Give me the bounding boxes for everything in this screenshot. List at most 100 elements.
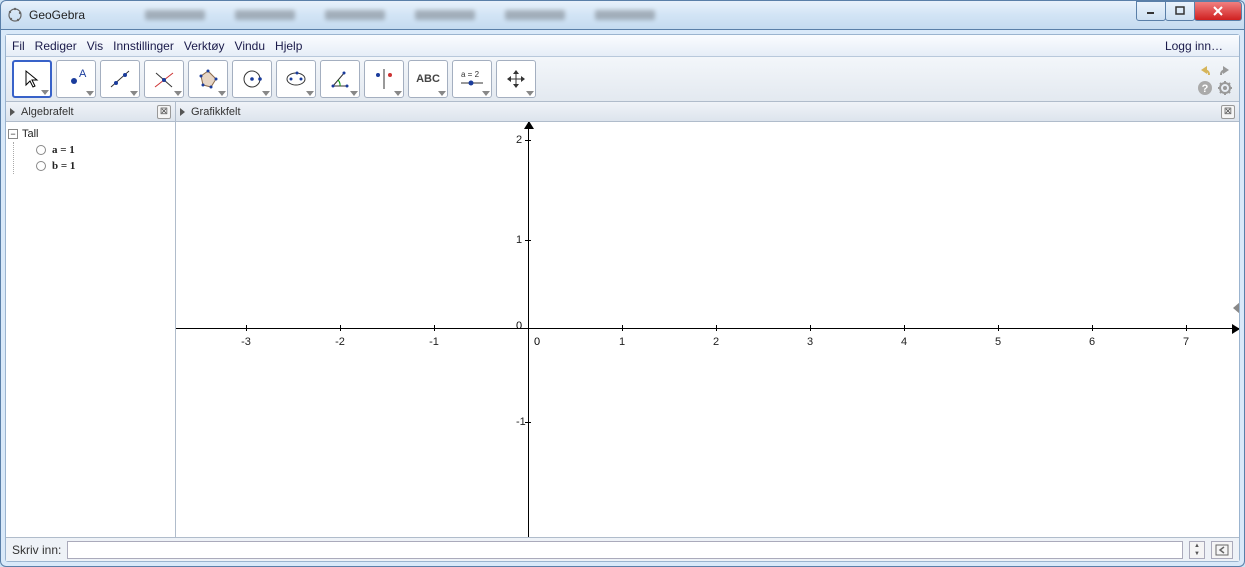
menu-edit[interactable]: Rediger (35, 39, 77, 53)
x-tick-label: 7 (1183, 336, 1189, 348)
input-bar: Skriv inn: ▲▼ (6, 537, 1239, 561)
tree-category-label: Tall (22, 128, 39, 140)
algebra-tree: − Tall a = 1 b = 1 (6, 122, 175, 537)
x-tick (1186, 325, 1187, 331)
tool-circle[interactable] (232, 60, 272, 98)
y-tick-label: 1 (516, 234, 522, 246)
origin-label-bottom: 0 (534, 336, 540, 348)
graphics-close-button[interactable]: ⊠ (1221, 105, 1235, 119)
origin-label-top: 0 (516, 320, 522, 332)
x-axis (176, 328, 1239, 329)
tool-ellipse[interactable] (276, 60, 316, 98)
tree-item-label: a = 1 (52, 144, 75, 156)
x-tick-label: 5 (995, 336, 1001, 348)
x-tick-label: -1 (429, 336, 439, 348)
maximize-button[interactable] (1165, 1, 1195, 21)
svg-text:?: ? (1202, 83, 1209, 95)
menu-tools[interactable]: Verktøy (184, 39, 225, 53)
input-history-spinner[interactable]: ▲▼ (1189, 541, 1205, 559)
polygon-icon (196, 67, 220, 91)
algebra-panel-title: Algebrafelt (21, 106, 74, 118)
tree-item[interactable]: a = 1 (14, 142, 173, 158)
window-title: GeoGebra (29, 8, 85, 22)
reflect-icon (372, 67, 396, 91)
main-split: Algebrafelt ⊠ − Tall a = 1 (6, 102, 1239, 537)
tree-item-label: b = 1 (52, 160, 75, 172)
app-frame: Fil Rediger Vis Innstillinger Verktøy Vi… (0, 30, 1245, 567)
input-help-button[interactable] (1211, 541, 1233, 559)
y-tick-label: 2 (516, 134, 522, 146)
slider-icon: a = 2 (457, 67, 487, 91)
tool-move-view[interactable] (496, 60, 536, 98)
svg-text:a = 2: a = 2 (461, 70, 480, 79)
angle-icon (328, 67, 352, 91)
x-axis-arrow-icon (1232, 324, 1239, 334)
tool-reflect[interactable] (364, 60, 404, 98)
window-titlebar: GeoGebra (0, 0, 1245, 30)
help-icon[interactable]: ? (1197, 80, 1213, 96)
point-icon: A (64, 67, 88, 91)
y-axis-arrow-icon (524, 122, 534, 129)
login-link[interactable]: Logg inn… (1165, 39, 1223, 53)
x-tick-label: -2 (335, 336, 345, 348)
ellipse-icon (284, 67, 308, 91)
tool-angle[interactable] (320, 60, 360, 98)
svg-text:A: A (79, 68, 87, 80)
circle-icon (240, 67, 264, 91)
tree-item[interactable]: b = 1 (14, 158, 173, 174)
algebra-toggle-icon[interactable] (10, 108, 15, 116)
undo-button[interactable] (1197, 62, 1213, 78)
tool-polygon[interactable] (188, 60, 228, 98)
x-tick (340, 325, 341, 331)
tool-move[interactable] (12, 60, 52, 98)
menu-help[interactable]: Hjelp (275, 39, 302, 53)
command-input[interactable] (67, 541, 1183, 559)
x-tick-label: -3 (241, 336, 251, 348)
tool-slider[interactable]: a = 2 (452, 60, 492, 98)
tree-category-row[interactable]: − Tall (8, 126, 173, 142)
x-tick (1092, 325, 1093, 331)
x-tick-label: 4 (901, 336, 907, 348)
redo-button[interactable] (1217, 62, 1233, 78)
menu-window[interactable]: Vindu (235, 39, 265, 53)
tool-point[interactable]: A (56, 60, 96, 98)
close-button[interactable] (1194, 1, 1242, 21)
x-tick (622, 325, 623, 331)
menu-settings[interactable]: Innstillinger (113, 39, 174, 53)
x-tick (716, 325, 717, 331)
y-tick (525, 240, 531, 241)
tree-collapse-icon[interactable]: − (8, 129, 18, 139)
x-tick-label: 3 (807, 336, 813, 348)
algebra-close-button[interactable]: ⊠ (157, 105, 171, 119)
y-tick (525, 140, 531, 141)
y-tick (525, 422, 531, 423)
settings-icon[interactable] (1217, 80, 1233, 96)
graphics-canvas[interactable]: 0 0 -3-2-1123456721-1 (176, 122, 1239, 537)
blurred-tabs (145, 10, 655, 20)
move-view-icon (504, 67, 528, 91)
x-tick (998, 325, 999, 331)
visibility-toggle-icon[interactable] (36, 145, 46, 155)
visibility-toggle-icon[interactable] (36, 161, 46, 171)
algebra-panel: Algebrafelt ⊠ − Tall a = 1 (6, 102, 176, 537)
x-tick (810, 325, 811, 331)
x-tick-label: 2 (713, 336, 719, 348)
menu-view[interactable]: Vis (87, 39, 103, 53)
graphics-panel-header: Grafikkfelt ⊠ (176, 102, 1239, 122)
tool-text[interactable]: ABC (408, 60, 448, 98)
tool-perpendicular[interactable] (144, 60, 184, 98)
app-icon (7, 7, 23, 23)
text-icon: ABC (416, 73, 440, 85)
x-tick-label: 1 (619, 336, 625, 348)
x-tick-label: 6 (1089, 336, 1095, 348)
minimize-button[interactable] (1136, 1, 1166, 21)
graphics-toggle-icon[interactable] (180, 108, 185, 116)
window-controls (1137, 1, 1242, 21)
style-panel-toggle[interactable] (1233, 302, 1239, 314)
algebra-panel-header: Algebrafelt ⊠ (6, 102, 175, 122)
toolbar: A (6, 57, 1239, 102)
x-tick (434, 325, 435, 331)
tool-line[interactable] (100, 60, 140, 98)
menu-file[interactable]: Fil (12, 39, 25, 53)
graphics-panel-title: Grafikkfelt (191, 106, 241, 118)
